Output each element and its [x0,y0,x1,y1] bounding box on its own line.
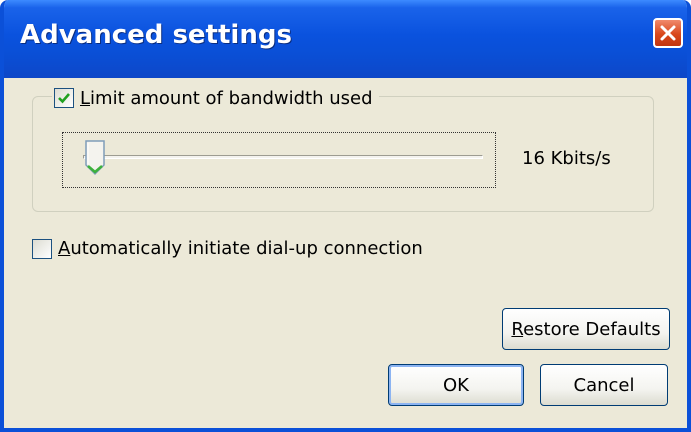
ok-button[interactable]: OK [388,364,524,406]
cancel-button[interactable]: Cancel [540,364,668,406]
close-icon [660,25,676,41]
dialup-checkbox-row[interactable]: Automatically initiate dial-up connectio… [32,238,423,259]
dialog-title: Advanced settings [20,20,292,50]
dialup-checkbox-label[interactable]: Automatically initiate dial-up connectio… [58,238,423,259]
cancel-label: Cancel [573,374,635,396]
ok-label: OK [443,374,469,396]
restore-defaults-label: Restore Defaults [511,318,661,340]
bandwidth-slider[interactable] [62,132,496,188]
restore-defaults-button[interactable]: Restore Defaults [502,308,670,350]
checkmark-icon [58,93,70,104]
title-bar[interactable]: Advanced settings [4,0,687,78]
bandwidth-checkbox-row[interactable]: Limit amount of bandwidth used [52,84,379,112]
close-button[interactable] [653,18,683,48]
bandwidth-value-label: 16 Kbits/s [522,148,611,169]
bandwidth-checkbox-label[interactable]: Limit amount of bandwidth used [80,88,373,109]
slider-track [83,155,483,159]
bandwidth-checkbox[interactable] [54,88,74,108]
slider-thumb[interactable] [83,139,107,177]
dialup-checkbox[interactable] [32,238,52,259]
